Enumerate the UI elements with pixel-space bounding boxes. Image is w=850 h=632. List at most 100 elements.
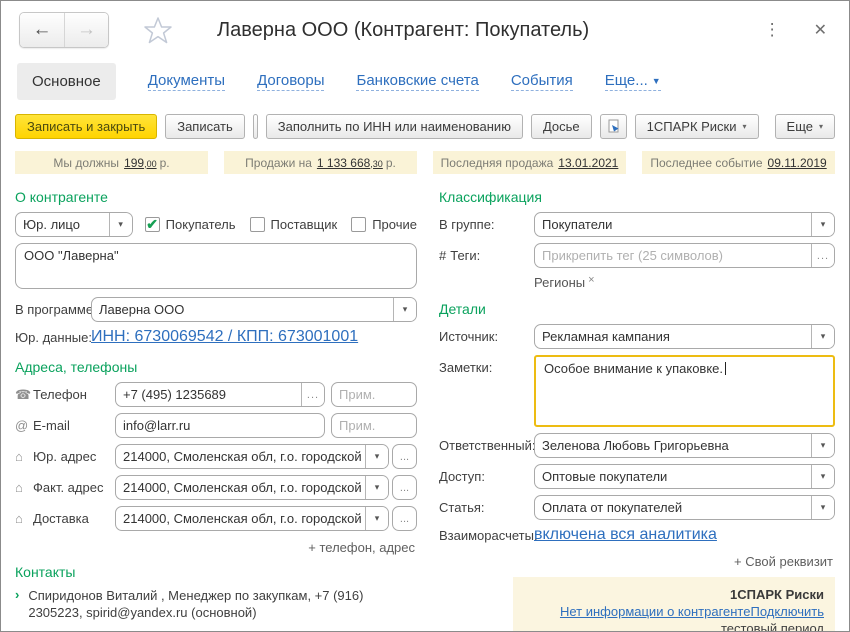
- chevron-down-icon[interactable]: ▾: [811, 465, 834, 488]
- ellipsis-icon[interactable]: ...: [811, 244, 834, 267]
- tab-documents[interactable]: Документы: [148, 72, 225, 91]
- chevron-down-icon[interactable]: ▾: [365, 476, 388, 499]
- history-nav-group: ← →: [19, 12, 109, 48]
- article-row: Статья: Оплата от покупателей ▾: [439, 495, 835, 520]
- create-based-on-button[interactable]: ▾: [254, 115, 258, 138]
- contact-item[interactable]: › Спиридонов Виталий , Менеджер по закуп…: [15, 587, 417, 621]
- access-row: Доступ: Оптовые покупатели ▾: [439, 464, 835, 489]
- email-input[interactable]: info@larr.ru: [115, 413, 325, 438]
- chevron-down-icon[interactable]: ▾: [811, 213, 834, 236]
- last-event-date-link[interactable]: 09.11.2019: [768, 156, 827, 170]
- responsible-select[interactable]: Зеленова Любовь Григорьевна ▾: [534, 433, 835, 458]
- chevron-down-icon[interactable]: ▾: [365, 507, 388, 530]
- last-event-label: Последнее событие: [650, 156, 762, 170]
- actual-address-ellipsis-button[interactable]: ...: [392, 475, 417, 500]
- checkbox-other-label: Прочие: [372, 217, 417, 232]
- save-and-close-button[interactable]: Записать и закрыть: [15, 114, 157, 139]
- window-menu-button[interactable]: ⋮: [754, 20, 792, 40]
- toolbar: Записать и закрыть Записать ▾ ▾ Запо: [1, 112, 849, 147]
- fill-by-inn-button[interactable]: Заполнить по ИНН или наименованию: [266, 114, 523, 139]
- save-button[interactable]: Записать: [165, 114, 245, 139]
- in-program-label: В программе:: [15, 302, 91, 317]
- ellipsis-icon[interactable]: ...: [301, 383, 324, 406]
- entity-type-select[interactable]: Юр. лицо ▾: [15, 212, 133, 237]
- tab-contracts[interactable]: Договоры: [257, 72, 324, 91]
- spark-panel-title: 1СПАРК Риски: [730, 587, 824, 602]
- chevron-down-icon[interactable]: ▾: [811, 496, 834, 519]
- source-select[interactable]: Рекламная кампания ▾: [534, 324, 835, 349]
- back-button[interactable]: ←: [20, 13, 64, 47]
- favorite-star-button[interactable]: [143, 16, 173, 45]
- left-column: О контрагенте Юр. лицо ▾ ✔ Покупатель По…: [15, 182, 417, 632]
- document-arrow-icon: [606, 119, 621, 134]
- tab-more[interactable]: Еще...▼: [605, 72, 661, 91]
- checkbox-box: [250, 217, 265, 232]
- spark-connect-link[interactable]: Подключить: [750, 604, 824, 619]
- delivery-address-input[interactable]: 214000, Смоленская обл, г.о. городской о…: [115, 506, 389, 531]
- title-bar: ← → Лаверна ООО (Контрагент: Покупатель)…: [1, 1, 849, 59]
- back-arrow-icon: ←: [33, 19, 52, 41]
- email-note-input[interactable]: Прим.: [331, 413, 417, 438]
- full-name-textarea[interactable]: ООО "Лаверна": [15, 243, 417, 289]
- in-program-select[interactable]: Лаверна ООО ▾: [91, 297, 417, 322]
- section-about-heading: О контрагенте: [15, 189, 417, 205]
- remove-tag-icon[interactable]: ×: [588, 274, 594, 286]
- chevron-down-icon[interactable]: ▾: [393, 298, 416, 321]
- sales-amount-link[interactable]: 1 133 668,30: [317, 156, 383, 170]
- entity-type-row: Юр. лицо ▾ ✔ Покупатель Поставщик Прочие: [15, 212, 417, 237]
- sales-panel: Продажи на 1 133 668,30 р.: [224, 151, 417, 174]
- forward-button[interactable]: →: [64, 13, 108, 47]
- actual-address-row: ⌂ Факт. адрес 214000, Смоленская обл, г.…: [15, 475, 417, 500]
- actual-address-input[interactable]: 214000, Смоленская обл, г.о. городской о…: [115, 475, 389, 500]
- legal-data-label: Юр. данные:: [15, 330, 91, 345]
- delivery-address-value: 214000, Смоленская обл, г.о. городской о…: [116, 511, 365, 526]
- legal-address-input[interactable]: 214000, Смоленская обл, г.о. городской о…: [115, 444, 389, 469]
- tags-placeholder: Прикрепить тег (25 символов): [535, 248, 811, 263]
- delivery-address-ellipsis-button[interactable]: ...: [392, 506, 417, 531]
- last-sale-date-link[interactable]: 13.01.2021: [558, 156, 618, 170]
- tab-main[interactable]: Основное: [17, 63, 116, 100]
- checkbox-other[interactable]: Прочие: [351, 217, 417, 232]
- dossier-button[interactable]: Досье: [531, 114, 592, 139]
- chevron-down-icon[interactable]: ▾: [365, 445, 388, 468]
- chevron-down-icon[interactable]: ▾: [811, 325, 834, 348]
- add-phone-address-link[interactable]: + телефон, адрес: [17, 540, 415, 555]
- spark-risks-button[interactable]: 1СПАРК Риски ▾: [635, 114, 759, 139]
- home-icon: ⌂: [15, 480, 33, 495]
- document-check-button[interactable]: [600, 114, 627, 139]
- source-row: Источник: Рекламная кампания ▾: [439, 324, 835, 349]
- tag-chip: Регионы×: [534, 274, 835, 290]
- add-custom-attribute-link[interactable]: + Свой реквизит: [441, 554, 833, 569]
- spark-no-info-link[interactable]: Нет информации о контрагенте: [560, 604, 751, 619]
- tab-bank-accounts[interactable]: Банковские счета: [356, 72, 478, 91]
- article-select[interactable]: Оплата от покупателей ▾: [534, 495, 835, 520]
- access-select[interactable]: Оптовые покупатели ▾: [534, 464, 835, 489]
- ellipsis-icon: ...: [400, 513, 409, 525]
- chevron-down-icon: ▾: [743, 122, 747, 131]
- chevron-down-icon[interactable]: ▾: [811, 434, 834, 457]
- sales-value: 1 133 668: [317, 156, 370, 170]
- phone-input[interactable]: +7 (495) 1235689 ...: [115, 382, 325, 407]
- phone-note-input[interactable]: Прим.: [331, 382, 417, 407]
- tab-bar: Основное Документы Договоры Банковские с…: [1, 59, 849, 112]
- section-addresses-heading: Адреса, телефоны: [15, 359, 417, 375]
- more-actions-button[interactable]: Еще ▾: [775, 114, 835, 139]
- we-owe-currency: р.: [160, 156, 170, 170]
- legal-address-ellipsis-button[interactable]: ...: [392, 444, 417, 469]
- notes-textarea[interactable]: Особое внимание к упаковке.: [534, 355, 835, 427]
- email-at-icon: @: [15, 418, 33, 433]
- tab-events[interactable]: События: [511, 72, 573, 91]
- chevron-down-icon[interactable]: ▾: [109, 213, 132, 236]
- inn-kpp-link[interactable]: ИНН: 6730069542 / КПП: 673001001: [91, 328, 358, 346]
- tags-input[interactable]: Прикрепить тег (25 символов) ...: [534, 243, 835, 268]
- we-owe-amount-link[interactable]: 199,00: [124, 156, 157, 170]
- checkbox-supplier[interactable]: Поставщик: [250, 217, 338, 232]
- checkbox-buyer[interactable]: ✔ Покупатель: [145, 217, 236, 232]
- group-row: В группе: Покупатели ▾: [439, 212, 835, 237]
- more-actions-label: Еще: [787, 119, 813, 134]
- group-label: В группе:: [439, 217, 534, 232]
- phone-row: ☎ Телефон +7 (495) 1235689 ... Прим.: [15, 382, 417, 407]
- settlements-analytics-link[interactable]: включена вся аналитика: [534, 526, 717, 544]
- close-button[interactable]: ✕: [814, 20, 827, 40]
- group-select[interactable]: Покупатели ▾: [534, 212, 835, 237]
